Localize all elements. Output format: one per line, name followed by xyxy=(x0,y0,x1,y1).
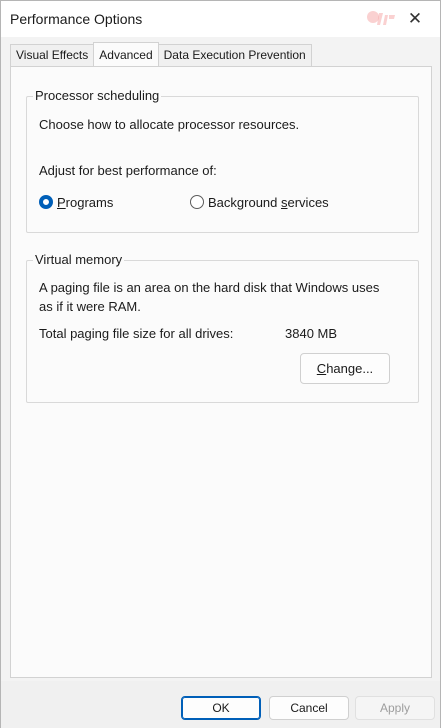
virtual-memory-description-line2: as if it were RAM. xyxy=(39,299,141,314)
background-services-radio[interactable]: Background services xyxy=(190,193,329,211)
tab-visual-effects[interactable]: Visual Effects xyxy=(10,44,95,66)
total-paging-file-value: 3840 MB xyxy=(285,326,338,341)
dialog-footer: OK Cancel Apply xyxy=(1,681,440,728)
virtual-memory-label: Virtual memory xyxy=(33,252,125,267)
tab-strip: Visual Effects Advanced Data Execution P… xyxy=(10,42,312,66)
ok-button[interactable]: OK xyxy=(181,696,261,720)
watermark-logo xyxy=(367,11,395,25)
radio-unselected-icon xyxy=(190,195,204,209)
processor-scheduling-description: Choose how to allocate processor resourc… xyxy=(39,117,300,132)
adjust-for-best-performance-label: Adjust for best performance of: xyxy=(39,163,217,178)
virtual-memory-description-line1: A paging file is an area on the hard dis… xyxy=(39,280,380,295)
close-icon: ✕ xyxy=(407,9,423,28)
total-paging-file-label: Total paging file size for all drives: xyxy=(39,326,234,341)
cancel-button[interactable]: Cancel xyxy=(269,696,349,720)
processor-scheduling-label: Processor scheduling xyxy=(33,88,162,103)
title-bar: Performance Options ✕ xyxy=(1,1,440,37)
apply-button[interactable]: Apply xyxy=(355,696,435,720)
window-title: Performance Options xyxy=(10,11,143,27)
processor-scheduling-group: Processor scheduling Choose how to alloc… xyxy=(26,88,419,233)
radio-selected-icon xyxy=(39,195,53,209)
performance-options-window: Performance Options ✕ Visual Effects Adv… xyxy=(0,0,441,728)
programs-radio-label: Programs xyxy=(57,194,114,210)
advanced-tab-panel: Processor scheduling Choose how to alloc… xyxy=(10,66,432,678)
tab-data-execution-prevention[interactable]: Data Execution Prevention xyxy=(157,44,312,66)
change-button[interactable]: Change... xyxy=(300,353,390,384)
close-button[interactable]: ✕ xyxy=(404,9,426,29)
programs-radio[interactable]: Programs xyxy=(39,193,113,211)
background-services-radio-label: Background services xyxy=(208,194,329,210)
tab-advanced[interactable]: Advanced xyxy=(93,42,159,66)
